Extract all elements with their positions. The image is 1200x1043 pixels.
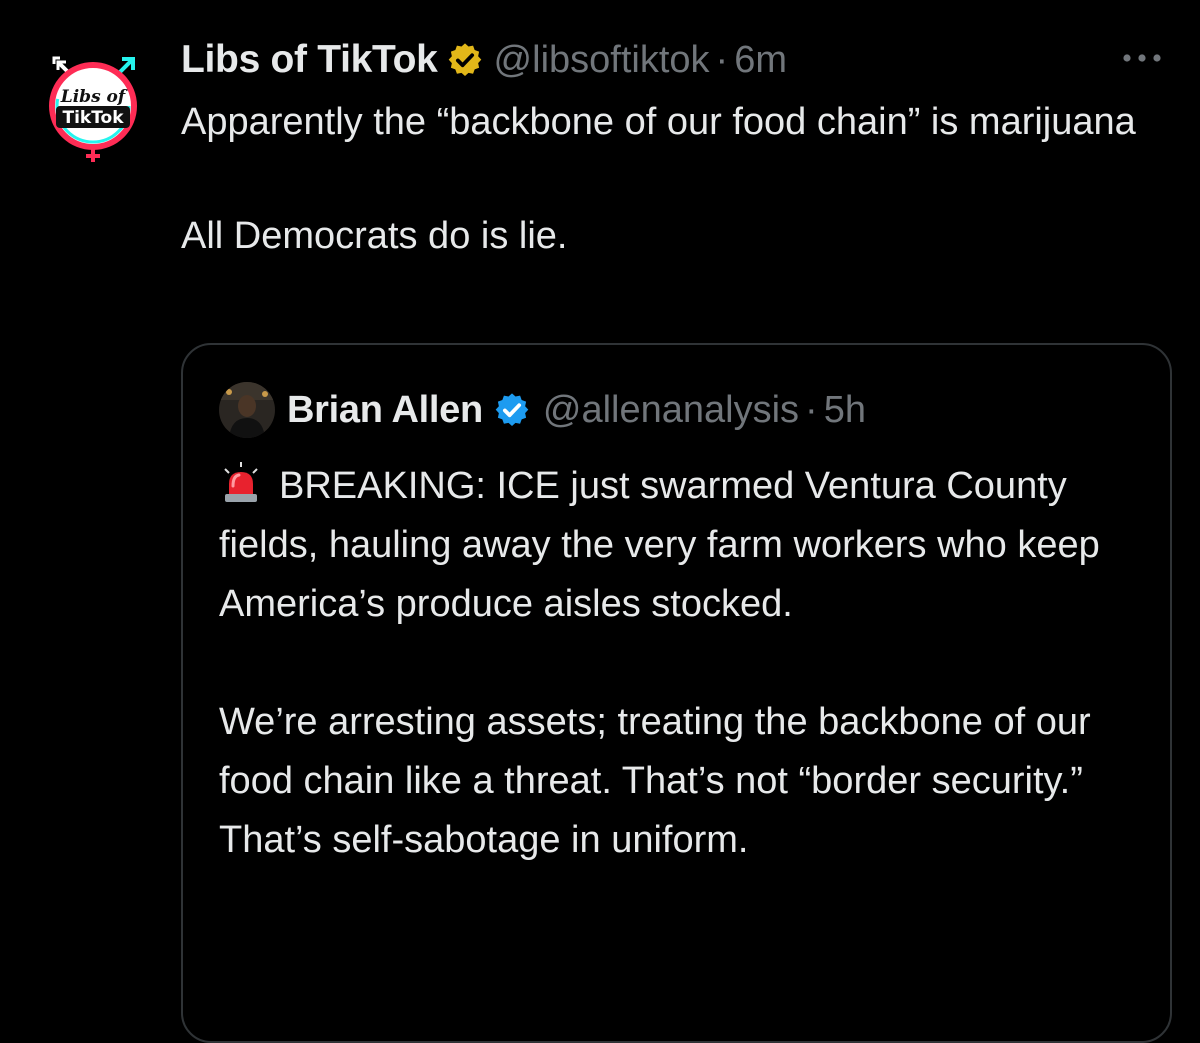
timestamp[interactable]: 6m xyxy=(734,39,787,82)
quoted-display-name[interactable]: Brian Allen xyxy=(287,389,483,432)
police-light-icon xyxy=(219,460,263,504)
quoted-tweet-card[interactable]: Brian Allen @allenanalysis · 5h BREAKING… xyxy=(181,343,1172,1043)
quoted-tweet-header: Brian Allen @allenanalysis · 5h xyxy=(219,381,866,439)
quoted-avatar[interactable] xyxy=(219,382,275,438)
verified-gold-badge-icon[interactable] xyxy=(446,41,484,79)
verified-blue-badge-icon[interactable] xyxy=(493,391,531,429)
quoted-handle[interactable]: @allenanalysis xyxy=(543,389,799,432)
quoted-timestamp[interactable]: 5h xyxy=(824,389,866,432)
libs-of-tiktok-logo-icon: Libs of TikTok xyxy=(49,56,137,162)
display-name[interactable]: Libs of TikTok xyxy=(181,38,438,82)
separator-dot: · xyxy=(715,38,729,81)
quoted-tweet-text: BREAKING: ICE just swarmed Ventura Count… xyxy=(219,457,1149,870)
tweet-header: Libs of TikTok @libsoftiktok · 6m xyxy=(181,36,787,84)
tweet-paragraph: All Democrats do is lie. xyxy=(181,215,568,257)
more-options-icon[interactable] xyxy=(1120,48,1164,68)
tweet-text: Apparently the “backbone of our food cha… xyxy=(181,94,1161,265)
logo-text-line2: TikTok xyxy=(62,108,124,128)
avatar[interactable]: Libs of TikTok xyxy=(48,56,140,164)
logo-text-line1: Libs of xyxy=(60,87,128,107)
quoted-paragraph: BREAKING: ICE just swarmed Ventura Count… xyxy=(219,457,1149,634)
person-photo-icon xyxy=(219,382,275,438)
tweet[interactable]: Libs of TikTok Libs of TikTok @libsoftik… xyxy=(0,0,1200,1043)
tweet-paragraph: Apparently the “backbone of our food cha… xyxy=(181,101,1136,143)
quoted-paragraph-text: BREAKING: ICE just swarmed Ventura Count… xyxy=(219,465,1100,625)
quoted-separator-dot: · xyxy=(805,388,818,431)
handle[interactable]: @libsoftiktok xyxy=(494,39,710,82)
quoted-paragraph: We’re arresting assets; treating the bac… xyxy=(219,701,1091,861)
